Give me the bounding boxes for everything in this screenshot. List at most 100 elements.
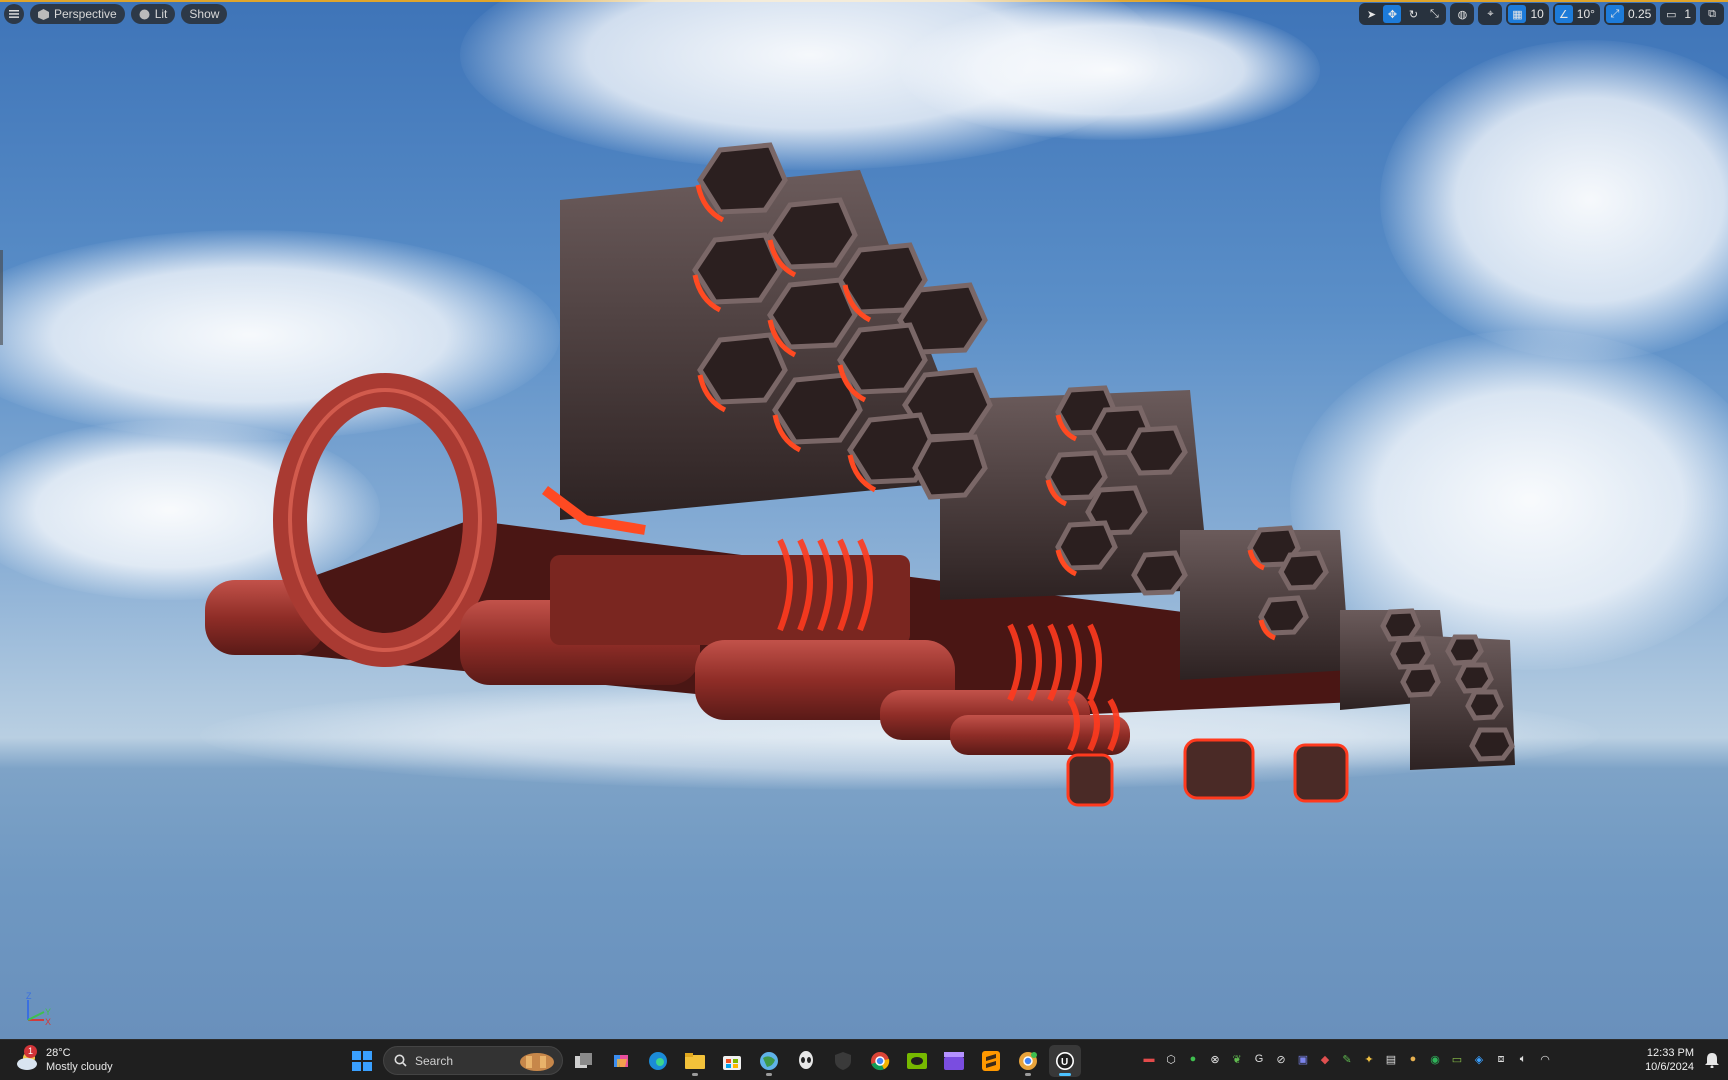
camera-speed-value: 1 xyxy=(1684,7,1691,21)
defender-icon: ◈ xyxy=(1474,1053,1484,1066)
rotate-icon: ↻ xyxy=(1408,8,1419,21)
taskbar-clock[interactable]: 12:33 PM 10/6/2024 xyxy=(1645,1046,1694,1074)
grid-snap-value: 10 xyxy=(1530,7,1544,21)
network-button[interactable]: ◠ xyxy=(1536,1050,1554,1068)
tray-app-script[interactable]: ▤ xyxy=(1382,1050,1400,1068)
microsoft-store-app[interactable] xyxy=(716,1045,748,1077)
globe-browser-app[interactable] xyxy=(753,1045,785,1077)
tray-app-fan[interactable]: ✦ xyxy=(1360,1050,1378,1068)
tray-app-box[interactable]: ⬡ xyxy=(1162,1050,1180,1068)
translate-tool-button[interactable]: ✥ xyxy=(1383,5,1402,23)
notification-bell-icon[interactable] xyxy=(1704,1052,1720,1068)
tray-app-grammarly[interactable]: G xyxy=(1250,1050,1268,1068)
xbox-icon: ● xyxy=(1189,1053,1197,1065)
weather-widget[interactable]: 1 28°C Mostly cloudy xyxy=(14,1045,113,1074)
fan-icon: ✦ xyxy=(1364,1053,1374,1066)
spaceship-model[interactable] xyxy=(0,0,1728,1039)
nvidia-icon xyxy=(907,1052,927,1069)
tray-app-leaf[interactable]: ❦ xyxy=(1228,1050,1246,1068)
axis-z-label: Z xyxy=(26,991,32,1001)
alienware-icon xyxy=(799,1050,813,1069)
unreal-engine-app[interactable]: U xyxy=(1049,1044,1081,1077)
viewport-layout-button[interactable]: ⧉ xyxy=(1703,5,1721,23)
unreal-engine-icon: U xyxy=(1056,1051,1074,1070)
browser-globe-icon xyxy=(760,1051,778,1070)
svg-text:U: U xyxy=(1061,1057,1068,1068)
tray-app-defender[interactable]: ◈ xyxy=(1470,1050,1488,1068)
clock-time: 12:33 PM xyxy=(1646,1047,1694,1059)
angle-icon: ∠ xyxy=(1554,5,1573,23)
volume-button[interactable]: 🔈︎ xyxy=(1514,1050,1532,1068)
tray-app-pen[interactable]: ✎ xyxy=(1338,1050,1356,1068)
taskbar-search-box[interactable]: Search xyxy=(383,1046,563,1075)
tray-app-red[interactable]: ▬ xyxy=(1140,1050,1158,1068)
surface-snapping-button[interactable]: ⌖ xyxy=(1481,5,1499,23)
chrome-canary-app[interactable] xyxy=(1012,1045,1044,1077)
axis-gizmo: Z X Y xyxy=(26,991,51,1026)
weather-alert-badge: 1 xyxy=(24,1045,37,1058)
tray-app-camera-off[interactable]: ⊘ xyxy=(1272,1050,1290,1068)
razer-icon: ◆ xyxy=(1320,1053,1330,1066)
viewport-layout-group: ⧉ xyxy=(1700,3,1724,25)
tray-app-remote[interactable]: ⧈ xyxy=(1492,1050,1510,1068)
nvidia-app[interactable] xyxy=(901,1045,933,1077)
store-bag-icon xyxy=(723,1055,741,1070)
tray-app-razer[interactable]: ◆ xyxy=(1316,1050,1334,1068)
copilot-app[interactable] xyxy=(605,1045,637,1077)
perspective-button[interactable]: Perspective xyxy=(30,4,125,24)
camera-off-icon: ⊘ xyxy=(1276,1053,1286,1066)
chrome-canary-icon xyxy=(1019,1051,1037,1070)
viewport-menu-button[interactable] xyxy=(4,4,24,24)
scale-snap-control[interactable]: ⤢ 0.25 xyxy=(1603,3,1657,25)
editor-viewport[interactable]: Perspective Lit Show ➤ ✥ ↻ ⤡ ◍ ⌖ ▦ 10 ∠ … xyxy=(0,0,1728,1039)
select-tool-button[interactable]: ➤ xyxy=(1362,5,1380,23)
task-view-button[interactable] xyxy=(568,1045,600,1077)
grid-snap-control[interactable]: ▦ 10 xyxy=(1506,3,1549,25)
scale-snap-value: 0.25 xyxy=(1627,7,1652,21)
tray-app-teams[interactable]: ▣ xyxy=(1294,1050,1312,1068)
transform-tools: ➤ ✥ ↻ ⤡ xyxy=(1359,3,1447,25)
package-icon: ⬡ xyxy=(1166,1053,1176,1066)
tray-app-xbox-green[interactable]: ● xyxy=(1184,1050,1202,1068)
chrome-app[interactable] xyxy=(864,1045,896,1077)
tray-app-xbox[interactable]: ⊗ xyxy=(1206,1050,1224,1068)
start-button[interactable] xyxy=(346,1045,378,1077)
wifi-icon: ◠ xyxy=(1540,1053,1550,1066)
tray-app-orb[interactable]: ● xyxy=(1404,1050,1422,1068)
tray-app-monitor[interactable]: ▭ xyxy=(1448,1050,1466,1068)
taskbar-apps: Search U xyxy=(346,1044,1081,1077)
rotate-tool-button[interactable]: ↻ xyxy=(1404,5,1422,23)
clapper-icon xyxy=(944,1051,964,1070)
alienware-app[interactable] xyxy=(790,1045,822,1077)
lit-mode-button[interactable]: Lit xyxy=(130,4,176,24)
camera-speed-control[interactable]: ▭ 1 xyxy=(1660,3,1696,25)
viewport-toolbar-right: ➤ ✥ ↻ ⤡ ◍ ⌖ ▦ 10 ∠ 10° ⤢ 0.25 ▭ 1 ⧉ xyxy=(1359,3,1724,25)
orb-icon: ● xyxy=(1409,1053,1417,1065)
chrome-icon xyxy=(871,1051,890,1070)
axis-y-label: Y xyxy=(45,1007,51,1017)
folder-icon xyxy=(685,1052,705,1069)
cloud-sun-icon: 1 xyxy=(14,1045,40,1073)
show-button[interactable]: Show xyxy=(181,4,228,24)
system-tray: ▬ ⬡ ● ⊗ ❦ G ⊘ ▣ ◆ ✎ ✦ ▤ ● ◉ ▭ ◈ ⧈ 🔈︎ ◠ xyxy=(1140,1050,1554,1068)
xbox-logo-icon: ⊗ xyxy=(1210,1053,1220,1066)
weather-temperature: 28°C xyxy=(46,1047,71,1059)
video-editor-app[interactable] xyxy=(938,1045,970,1077)
clock-date: 10/6/2024 xyxy=(1645,1061,1694,1073)
tray-app-radar[interactable]: ◉ xyxy=(1426,1050,1444,1068)
coordinate-space-group: ◍ xyxy=(1450,3,1475,25)
file-explorer-app[interactable] xyxy=(679,1045,711,1077)
security-app[interactable] xyxy=(827,1045,859,1077)
scale-tool-button[interactable]: ⤡ xyxy=(1425,5,1443,23)
sublime-text-app[interactable] xyxy=(975,1045,1007,1077)
globe-icon: ◍ xyxy=(1457,8,1468,21)
cube-icon xyxy=(38,8,49,20)
search-placeholder: Search xyxy=(415,1053,454,1068)
side-panel-handle[interactable] xyxy=(0,250,3,345)
rotation-snap-control[interactable]: ∠ 10° xyxy=(1552,3,1600,25)
edge-app[interactable] xyxy=(642,1045,674,1077)
world-space-button[interactable]: ◍ xyxy=(1453,5,1471,23)
edge-icon xyxy=(649,1051,667,1070)
search-highlight-icon xyxy=(520,1053,554,1071)
lit-label: Lit xyxy=(154,7,168,21)
